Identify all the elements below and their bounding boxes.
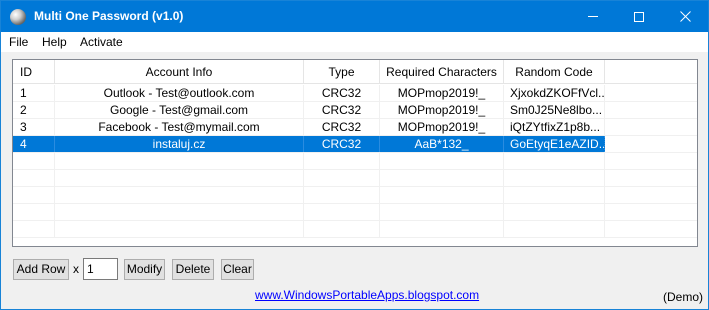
multiplier-label: x [73,262,79,276]
minimize-icon [588,16,598,17]
column-header-filler [605,60,697,84]
cell-random-code: GoEtyqE1eAZID... [504,136,605,152]
close-button[interactable] [662,1,708,32]
demo-status: (Demo) [663,290,704,304]
menu-activate[interactable]: Activate [80,35,123,49]
modify-button[interactable]: Modify [124,259,165,280]
cell-type: CRC32 [304,102,380,118]
list-body: 1 Outlook - Test@outlook.com CRC32 MOPmo… [13,85,697,238]
maximize-icon [634,11,644,22]
menu-bar: File Help Activate [1,32,708,52]
app-icon[interactable] [10,9,26,25]
cell-account-info: Outlook - Test@outlook.com [55,85,304,101]
cell-type: CRC32 [304,119,380,135]
cell-required-characters: MOPmop2019!_ [380,102,504,118]
website-link[interactable]: www.WindowsPortableApps.blogspot.com [255,288,479,302]
cell-filler [605,85,697,101]
cell-id: 1 [13,85,55,101]
cell-required-characters: MOPmop2019!_ [380,119,504,135]
cell-random-code: XjxokdZKOFfVcl... [504,85,605,101]
cell-id: 2 [13,102,55,118]
cell-required-characters: MOPmop2019!_ [380,85,504,101]
column-header-required-characters[interactable]: Required Characters [380,60,504,84]
list-header: ID Account Info Type Required Characters… [13,60,697,84]
table-row[interactable]: 2 Google - Test@gmail.com CRC32 MOPmop20… [13,102,697,119]
column-header-account-info[interactable]: Account Info [55,60,304,84]
cell-id: 3 [13,119,55,135]
column-header-type[interactable]: Type [304,60,380,84]
table-row[interactable]: 3 Facebook - Test@mymail.com CRC32 MOPmo… [13,119,697,136]
cell-type: CRC32 [304,85,380,101]
cell-filler [605,102,697,118]
menu-file[interactable]: File [9,35,28,49]
column-header-random-code[interactable]: Random Code [504,60,605,84]
menu-help[interactable]: Help [42,35,67,49]
table-row-selected[interactable]: 4 instaluj.cz CRC32 AaB*132_ GoEtyqE1eAZ… [13,136,697,153]
empty-row [13,204,697,221]
cell-account-info: instaluj.cz [55,136,304,152]
title-bar[interactable]: Multi One Password (v1.0) [1,1,708,32]
delete-button[interactable]: Delete [172,259,214,280]
empty-row [13,187,697,204]
cell-account-info: Google - Test@gmail.com [55,102,304,118]
cell-random-code: iQtZYtfixZ1p8b... [504,119,605,135]
table-row[interactable]: 1 Outlook - Test@outlook.com CRC32 MOPmo… [13,85,697,102]
cell-required-characters: AaB*132_ [380,136,504,152]
window-title: Multi One Password (v1.0) [34,9,184,23]
empty-row [13,170,697,187]
add-row-button[interactable]: Add Row [13,259,69,280]
row-count-input[interactable] [83,258,118,280]
maximize-button[interactable] [616,1,662,32]
cell-filler [605,119,697,135]
cell-filler [605,136,697,152]
minimize-button[interactable] [570,1,616,32]
column-header-id[interactable]: ID [13,60,55,84]
app-window: Multi One Password (v1.0) File Help Acti… [0,0,709,310]
empty-row [13,153,697,170]
accounts-list[interactable]: ID Account Info Type Required Characters… [12,59,698,247]
cell-type: CRC32 [304,136,380,152]
cell-account-info: Facebook - Test@mymail.com [55,119,304,135]
cell-id: 4 [13,136,55,152]
empty-row [13,221,697,238]
cell-random-code: Sm0J25Ne8lbo... [504,102,605,118]
close-icon [679,11,691,22]
clear-button[interactable]: Clear [221,259,254,280]
